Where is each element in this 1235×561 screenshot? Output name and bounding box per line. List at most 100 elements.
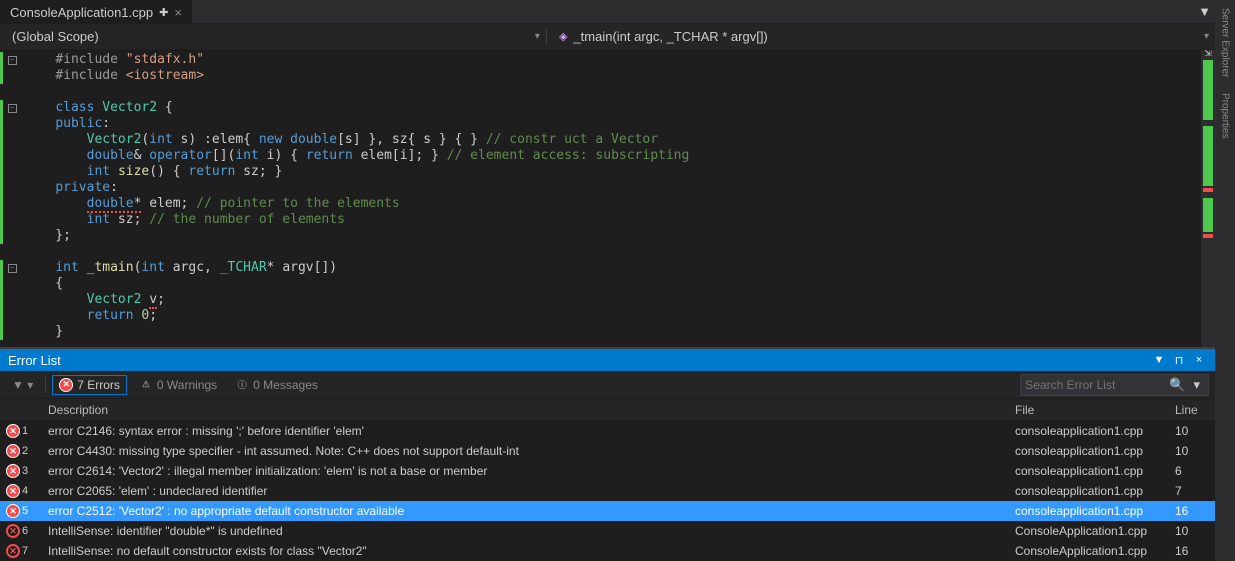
search-box: 🔍 ▾: [1020, 374, 1209, 396]
error-table-header: Description File Line: [0, 399, 1215, 421]
code-area[interactable]: #include "stdafx.h" #include <iostream> …: [24, 50, 1201, 347]
error-row[interactable]: ✕5error C2512: 'Vector2' : no appropriat…: [0, 501, 1215, 521]
error-line: 16: [1175, 544, 1215, 558]
error-row[interactable]: ✕4error C2065: 'elem' : undeclared ident…: [0, 481, 1215, 501]
search-dropdown-icon[interactable]: ▾: [1189, 377, 1204, 393]
outline-toggle[interactable]: −: [8, 264, 17, 273]
nav-bar: (Global Scope) ▾ ◈ _tmain(int argc, _TCH…: [0, 24, 1215, 50]
code-line[interactable]: int size() { return sz; }: [24, 164, 1201, 180]
function-dropdown[interactable]: ◈ _tmain(int argc, _TCHAR * argv[]): [547, 26, 780, 47]
error-row[interactable]: ✕2error C4430: missing type specifier - …: [0, 441, 1215, 461]
error-desc: IntelliSense: identifier "double*" is un…: [30, 524, 1015, 538]
outline-toggle[interactable]: −: [8, 104, 17, 113]
filter-button[interactable]: ▼ ▾: [6, 376, 39, 394]
error-line: 7: [1175, 484, 1215, 498]
intellisense-icon: ✕: [6, 544, 20, 558]
intellisense-icon: ✕: [6, 524, 20, 538]
error-file: consoleapplication1.cpp: [1015, 484, 1175, 498]
outline-toggle[interactable]: −: [8, 56, 17, 65]
code-line[interactable]: int _tmain(int argc, _TCHAR* argv[]): [24, 260, 1201, 276]
code-line[interactable]: private:: [24, 180, 1201, 196]
function-icon: ◈: [559, 30, 567, 43]
error-line: 10: [1175, 424, 1215, 438]
tab-filename: ConsoleApplication1.cpp: [10, 5, 153, 20]
error-file: consoleapplication1.cpp: [1015, 444, 1175, 458]
code-line[interactable]: }: [24, 324, 1201, 340]
code-line[interactable]: #include <iostream>: [24, 68, 1201, 84]
error-line: 6: [1175, 464, 1215, 478]
code-line[interactable]: int sz; // the number of elements: [24, 212, 1201, 228]
code-line[interactable]: return 0;: [24, 308, 1201, 324]
search-input[interactable]: [1025, 378, 1165, 392]
code-line[interactable]: Vector2(int s) :elem{ new double[s] }, s…: [24, 132, 1201, 148]
error-desc: IntelliSense: no default constructor exi…: [30, 544, 1015, 558]
error-desc: error C2614: 'Vector2' : illegal member …: [30, 464, 1015, 478]
error-row[interactable]: ✕1error C2146: syntax error : missing ';…: [0, 421, 1215, 441]
code-line[interactable]: [24, 84, 1201, 100]
errorlist-title: Error List: [8, 353, 61, 368]
error-icon: ✕: [59, 378, 73, 392]
error-line: 10: [1175, 524, 1215, 538]
error-line: 10: [1175, 444, 1215, 458]
col-file[interactable]: File: [1015, 403, 1175, 417]
error-icon: ✕: [6, 464, 20, 478]
code-line[interactable]: [24, 244, 1201, 260]
code-line[interactable]: {: [24, 276, 1201, 292]
error-file: ConsoleApplication1.cpp: [1015, 524, 1175, 538]
error-file: ConsoleApplication1.cpp: [1015, 544, 1175, 558]
col-desc[interactable]: Description: [30, 403, 1015, 417]
code-line[interactable]: Vector2 v;: [24, 292, 1201, 308]
function-label: _tmain(int argc, _TCHAR * argv[]): [573, 29, 767, 44]
error-row[interactable]: ✕7IntelliSense: no default constructor e…: [0, 541, 1215, 561]
error-icon: ✕: [6, 484, 20, 498]
errorlist-title-bar: Error List ▼ ⊓ ×: [0, 349, 1215, 371]
code-line[interactable]: public:: [24, 116, 1201, 132]
func-arrow-icon: ▾: [1204, 31, 1209, 42]
search-icon[interactable]: 🔍: [1165, 377, 1189, 393]
error-line: 16: [1175, 504, 1215, 518]
error-file: consoleapplication1.cpp: [1015, 504, 1175, 518]
gutter: − − −: [0, 50, 24, 347]
code-line[interactable]: class Vector2 {: [24, 100, 1201, 116]
error-desc: error C2512: 'Vector2' : no appropriate …: [30, 504, 1015, 518]
properties-tab[interactable]: Properties: [1218, 85, 1233, 147]
errorlist-toolbar: ▼ ▾ ✕ 7 Errors ⚠ 0 Warnings ⓘ 0 Messages…: [0, 371, 1215, 399]
error-file: consoleapplication1.cpp: [1015, 424, 1175, 438]
error-icon: ✕: [6, 444, 20, 458]
pin-icon[interactable]: ⊓: [1171, 352, 1187, 368]
info-icon: ⓘ: [235, 378, 249, 392]
error-desc: error C4430: missing type specifier - in…: [30, 444, 1015, 458]
warning-icon: ⚠: [139, 378, 153, 392]
errors-filter[interactable]: ✕ 7 Errors: [52, 375, 127, 395]
scope-dropdown[interactable]: (Global Scope): [0, 26, 111, 47]
warnings-filter[interactable]: ⚠ 0 Warnings: [133, 376, 223, 394]
error-icon: ✕: [6, 424, 20, 438]
error-file: consoleapplication1.cpp: [1015, 464, 1175, 478]
split-handle-icon[interactable]: ⇲: [1201, 50, 1215, 59]
error-row[interactable]: ✕6IntelliSense: identifier "double*" is …: [0, 521, 1215, 541]
messages-filter[interactable]: ⓘ 0 Messages: [229, 376, 324, 394]
file-tab[interactable]: ConsoleApplication1.cpp ✚ ×: [0, 0, 192, 24]
code-line[interactable]: double& operator[](int i) { return elem[…: [24, 148, 1201, 164]
code-editor[interactable]: − − − #include "stdafx.h" #include <iostre…: [0, 50, 1215, 347]
error-icon: ✕: [6, 504, 20, 518]
scope-arrow-icon: ▾: [535, 31, 540, 42]
close-tab-icon[interactable]: ×: [174, 5, 182, 20]
scroll-markers: ⇲: [1201, 50, 1215, 347]
error-desc: error C2146: syntax error : missing ';' …: [30, 424, 1015, 438]
close-panel-icon[interactable]: ×: [1191, 352, 1207, 368]
tab-dropdown-icon[interactable]: ▼: [1194, 4, 1215, 19]
window-menu-icon[interactable]: ▼: [1151, 352, 1167, 368]
scope-label: (Global Scope): [12, 29, 99, 44]
error-rows: ✕1error C2146: syntax error : missing ';…: [0, 421, 1215, 561]
error-row[interactable]: ✕3error C2614: 'Vector2' : illegal membe…: [0, 461, 1215, 481]
sidebar: Server Explorer Properties: [1215, 0, 1235, 561]
code-line[interactable]: double* elem; // pointer to the elements: [24, 196, 1201, 212]
code-line[interactable]: };: [24, 228, 1201, 244]
col-line[interactable]: Line: [1175, 403, 1215, 417]
tab-bar: ConsoleApplication1.cpp ✚ × ▼: [0, 0, 1215, 24]
tab-dirty-icon: ✚: [159, 6, 168, 19]
server-explorer-tab[interactable]: Server Explorer: [1218, 0, 1233, 85]
error-desc: error C2065: 'elem' : undeclared identif…: [30, 484, 1015, 498]
code-line[interactable]: #include "stdafx.h": [24, 52, 1201, 68]
